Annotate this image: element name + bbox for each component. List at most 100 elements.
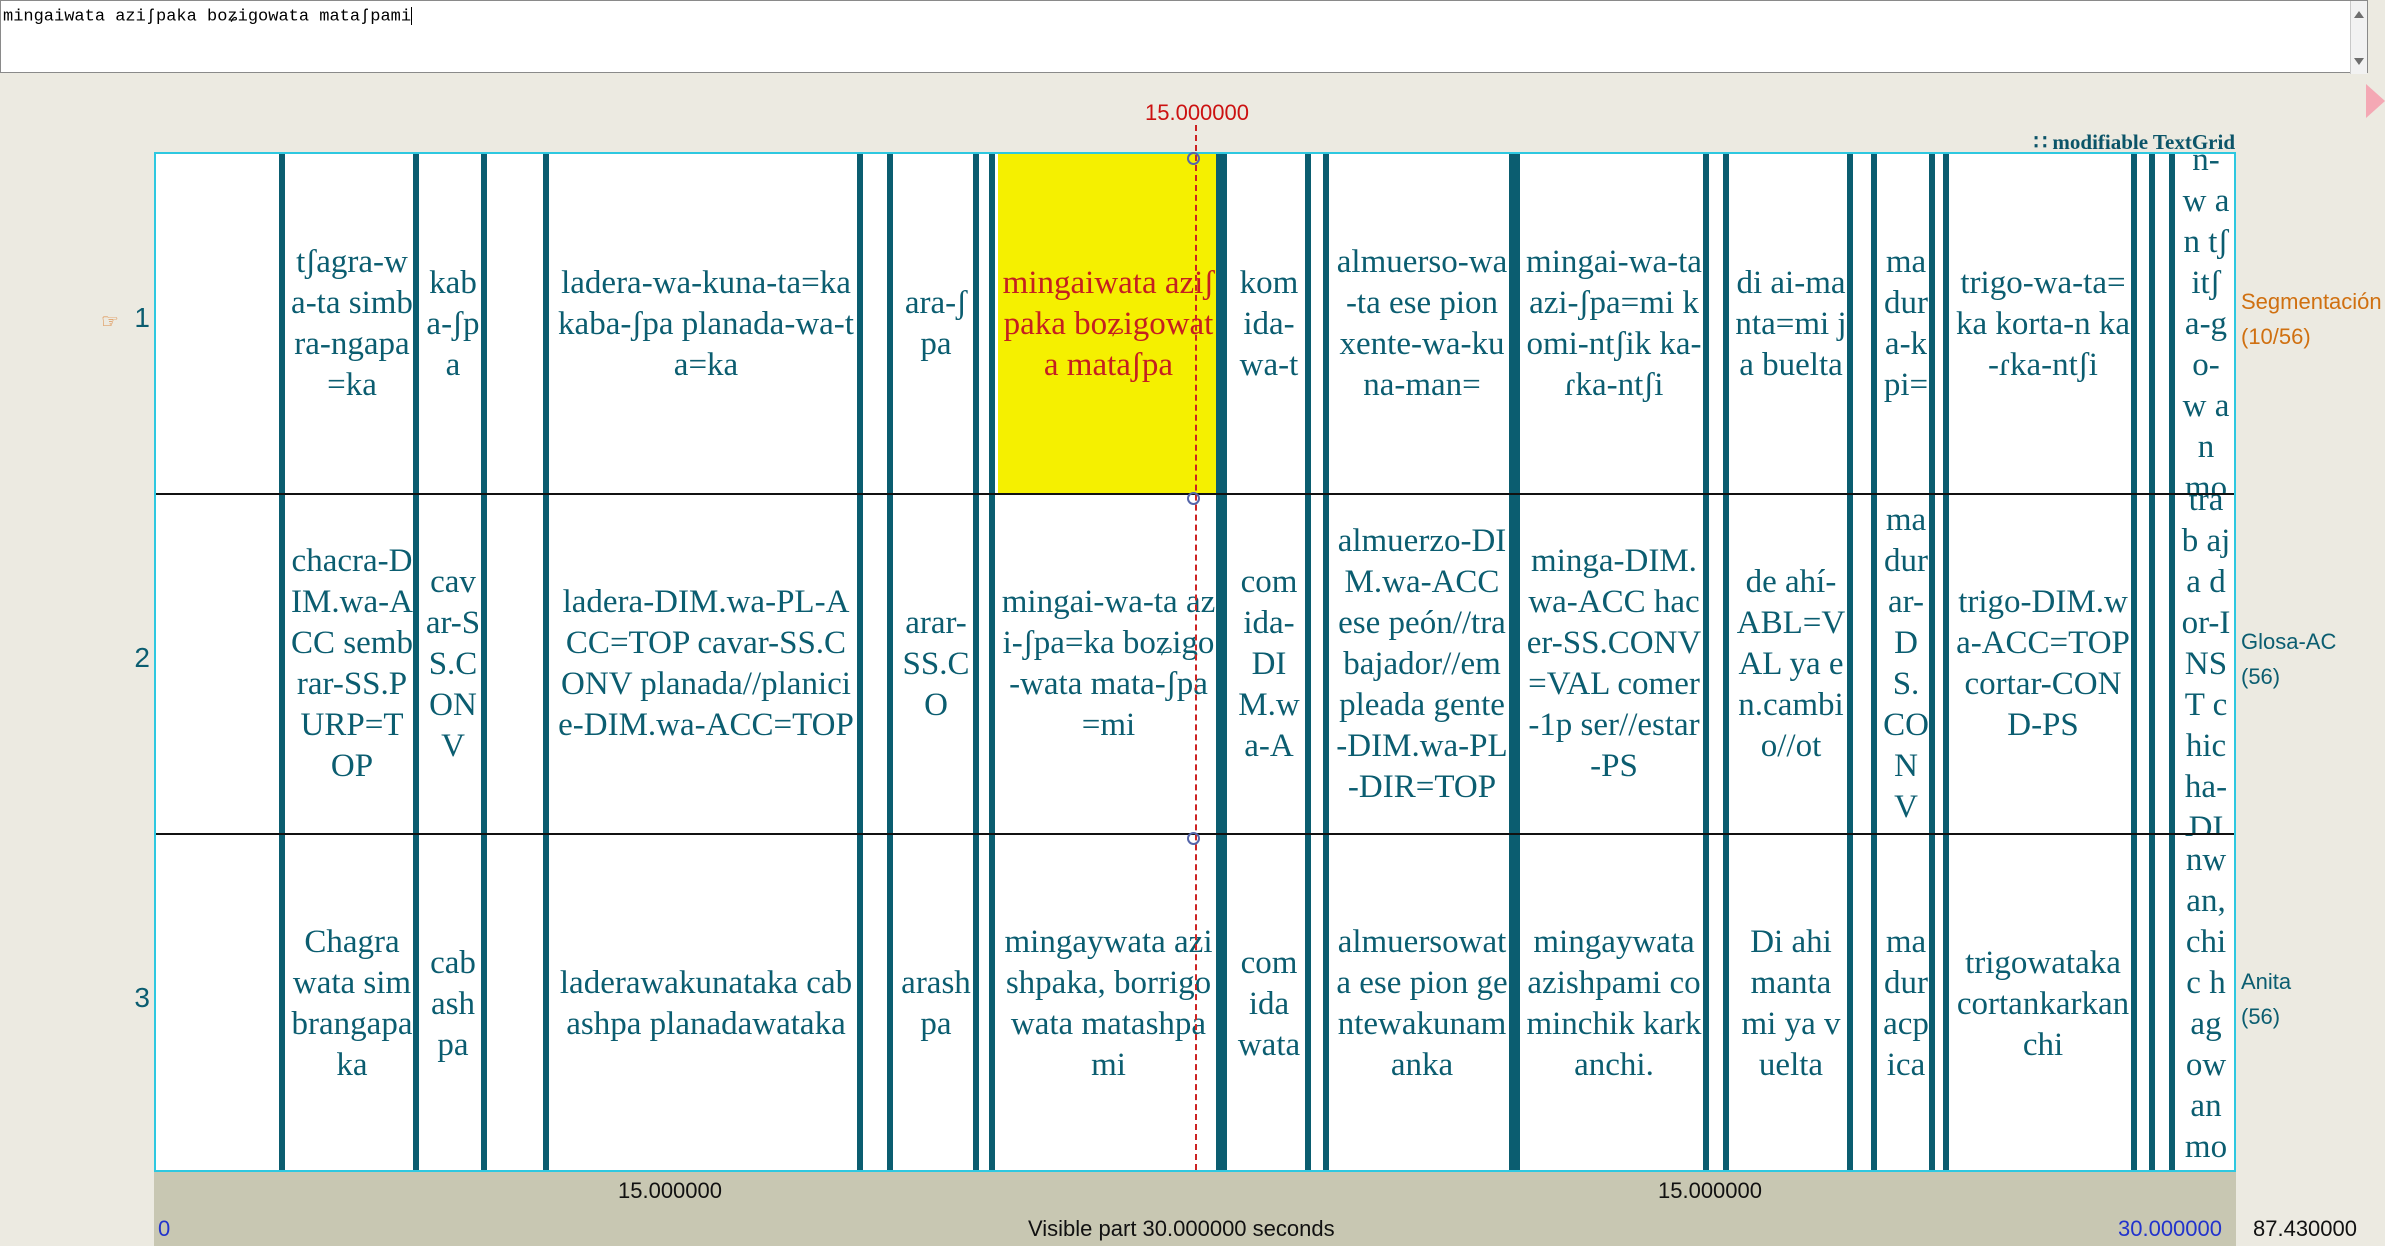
time-axis-bar[interactable]: 0 Visible part 30.000000 seconds 30.0000…: [154, 1210, 2236, 1246]
interval-text[interactable]: ladera-wa-kuna-ta=ka kaba-ʃpa planada-wa…: [555, 154, 857, 494]
interval-text[interactable]: mingai-wa-ta azi-ʃpa=mi komi-ntʃik ka-ɾk…: [1525, 154, 1703, 494]
interval-text[interactable]: [869, 154, 887, 494]
interval-text[interactable]: [2143, 834, 2149, 1170]
interval-text[interactable]: [159, 834, 279, 1170]
play-icon[interactable]: [2366, 84, 2385, 118]
interval-boundary[interactable]: [857, 154, 863, 494]
interval-text[interactable]: [1859, 154, 1871, 494]
interval-text[interactable]: arashpa: [899, 834, 973, 1170]
interval-text[interactable]: almuerzo-DIM.wa-ACC ese peón//trabajador…: [1335, 494, 1509, 834]
interval-boundary[interactable]: [1514, 154, 1520, 494]
text-scrollbar[interactable]: [2350, 1, 2367, 74]
interval-text[interactable]: mingaywata azishpami cominchik karkanchi…: [1525, 834, 1703, 1170]
interval-boundary[interactable]: [1723, 154, 1729, 494]
interval-text[interactable]: ma dur a-k pi=: [1883, 154, 1929, 494]
interval-boundary[interactable]: [413, 494, 419, 834]
interval-text[interactable]: mingaywata azishpaka, borrigowata matash…: [1001, 834, 1216, 1170]
interval-boundary[interactable]: [1943, 834, 1949, 1170]
interval-text[interactable]: [159, 494, 279, 834]
interval-text[interactable]: [1941, 834, 1943, 1170]
interval-text[interactable]: trigo-wa-ta=ka korta-n ka-ɾka-ntʃi: [1955, 154, 2131, 494]
interval-text[interactable]: Chagra wata simbrangapaka: [291, 834, 413, 1170]
interval-text[interactable]: [1317, 154, 1323, 494]
interval-boundary[interactable]: [989, 834, 995, 1170]
interval-text[interactable]: mingaiwata aziʃpaka boʑigowata mataʃpa: [1001, 154, 1216, 494]
interval-boundary[interactable]: [543, 154, 549, 494]
interval-boundary[interactable]: [1703, 154, 1709, 494]
interval-boundary[interactable]: [1221, 494, 1227, 834]
interval-text[interactable]: trigo-DIM.wa-ACC=TOP cortar-COND-PS: [1955, 494, 2131, 834]
interval-boundary[interactable]: [279, 494, 285, 834]
interval-text[interactable]: [2161, 834, 2169, 1170]
interval-text[interactable]: minga-DIM.wa-ACC hacer-SS.CONV=VAL comer…: [1525, 494, 1703, 834]
interval-boundary[interactable]: [857, 834, 863, 1170]
interval-boundary[interactable]: [1929, 154, 1935, 494]
interval-text[interactable]: [869, 494, 887, 834]
interval-text[interactable]: [1715, 154, 1723, 494]
interval-boundary[interactable]: [1847, 494, 1853, 834]
interval-boundary[interactable]: [1323, 834, 1329, 1170]
interval-boundary[interactable]: [1221, 834, 1227, 1170]
interval-boundary[interactable]: [973, 494, 979, 834]
interval-text[interactable]: chacra-DIM.wa-ACC sembrar-SS.PURP=TOP: [291, 494, 413, 834]
interval-boundary[interactable]: [1221, 154, 1227, 494]
interval-text[interactable]: piu n-w an tʃitʃ a-g o-w an mot: [2181, 154, 2231, 494]
interval-boundary[interactable]: [1723, 834, 1729, 1170]
interval-text[interactable]: [1941, 494, 1943, 834]
interval-boundary[interactable]: [1929, 834, 1935, 1170]
interval-boundary[interactable]: [989, 154, 995, 494]
interval-boundary[interactable]: [1943, 154, 1949, 494]
interval-boundary[interactable]: [1323, 494, 1329, 834]
interval-boundary[interactable]: [1514, 834, 1520, 1170]
interval-boundary[interactable]: [2149, 494, 2155, 834]
interval-text[interactable]: [1715, 834, 1723, 1170]
interval-boundary[interactable]: [1305, 834, 1311, 1170]
interval-text[interactable]: [1317, 494, 1323, 834]
interval-boundary[interactable]: [887, 834, 893, 1170]
interval-text[interactable]: [1859, 834, 1871, 1170]
interval-text[interactable]: ma dur acp ica: [1883, 834, 1929, 1170]
interval-text[interactable]: [869, 834, 887, 1170]
interval-boundary[interactable]: [1847, 834, 1853, 1170]
interval-text[interactable]: laderawakunataka cabashpa planadawataka: [555, 834, 857, 1170]
duration-bar[interactable]: 15.000000 15.000000: [154, 1172, 2236, 1210]
interval-boundary[interactable]: [413, 154, 419, 494]
interval-text-value[interactable]: mingaiwata aziʃpaka boʑigowata mataʃpami: [3, 7, 413, 26]
interval-text[interactable]: [159, 154, 279, 494]
interval-text[interactable]: trab aja dor-INST chic ha-DI: [2181, 494, 2231, 834]
interval-boundary[interactable]: [1323, 154, 1329, 494]
interval-boundary[interactable]: [1871, 834, 1877, 1170]
scroll-up-icon[interactable]: [2354, 11, 2364, 18]
interval-text[interactable]: de ahí-ABL=VAL ya en.cambio//ot: [1735, 494, 1847, 834]
interval-boundary[interactable]: [279, 834, 285, 1170]
interval-boundary[interactable]: [413, 834, 419, 1170]
interval-boundary[interactable]: [1871, 494, 1877, 834]
interval-text[interactable]: mingai-wa-ta azi-ʃpa=ka boʑigo-wata mata…: [1001, 494, 1216, 834]
interval-text[interactable]: kaba-ʃpa: [425, 154, 481, 494]
interval-boundary[interactable]: [2169, 494, 2175, 834]
interval-text[interactable]: [1941, 154, 1943, 494]
interval-text[interactable]: [493, 154, 543, 494]
interval-boundary[interactable]: [1847, 154, 1853, 494]
interval-text[interactable]: [493, 834, 543, 1170]
interval-text[interactable]: [493, 494, 543, 834]
interval-text[interactable]: [1715, 494, 1723, 834]
interval-text[interactable]: [985, 834, 989, 1170]
interval-boundary[interactable]: [2169, 834, 2175, 1170]
tier-name-3[interactable]: Anita (56): [2241, 964, 2291, 1034]
interval-boundary[interactable]: [1871, 154, 1877, 494]
tier-name-2[interactable]: Glosa-AC (56): [2241, 624, 2336, 694]
interval-boundary[interactable]: [1703, 834, 1709, 1170]
interval-text[interactable]: Di ahi manta mi ya vuelta: [1735, 834, 1847, 1170]
interval-text[interactable]: ara-ʃpa: [899, 154, 973, 494]
interval-boundary[interactable]: [989, 494, 995, 834]
scroll-down-icon[interactable]: [2354, 58, 2364, 65]
interval-boundary[interactable]: [857, 494, 863, 834]
interval-boundary[interactable]: [2149, 154, 2155, 494]
interval-boundary[interactable]: [481, 494, 487, 834]
interval-boundary[interactable]: [1943, 494, 1949, 834]
interval-text[interactable]: [985, 494, 989, 834]
interval-text[interactable]: [1859, 494, 1871, 834]
interval-boundary[interactable]: [481, 834, 487, 1170]
interval-text[interactable]: com ida-DI M.wa-A: [1233, 494, 1305, 834]
